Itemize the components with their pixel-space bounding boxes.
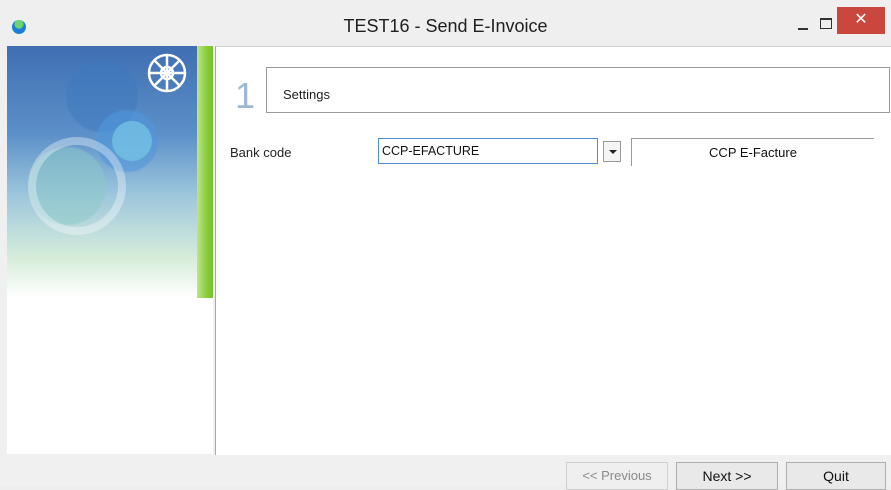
chevron-down-icon[interactable] bbox=[603, 141, 621, 162]
step-number: 1 bbox=[235, 75, 256, 116]
maximize-icon[interactable] bbox=[815, 14, 837, 36]
title-bar[interactable]: TEST16 - Send E-Invoice ✕ bbox=[0, 0, 891, 46]
close-icon[interactable]: ✕ bbox=[837, 7, 885, 34]
minimize-icon[interactable] bbox=[792, 14, 814, 36]
bank-code-description: CCP E-Facture bbox=[631, 138, 874, 166]
window-title: TEST16 - Send E-Invoice bbox=[343, 16, 548, 36]
gear-icon bbox=[28, 53, 187, 235]
bank-code-input[interactable]: CCP-EFACTURE bbox=[378, 138, 598, 164]
step-header: 1 Settings bbox=[220, 53, 891, 116]
bank-code-label: Bank code bbox=[230, 145, 292, 160]
send-e-invoice-window: TEST16 - Send E-Invoice ✕ 1 Settings Ban… bbox=[0, 0, 891, 490]
step-title: Settings bbox=[283, 87, 330, 102]
wizard-content-panel: 1 Settings bbox=[215, 46, 891, 455]
wizard-banner-image bbox=[7, 46, 213, 454]
step-label-frame: Settings bbox=[266, 67, 890, 113]
